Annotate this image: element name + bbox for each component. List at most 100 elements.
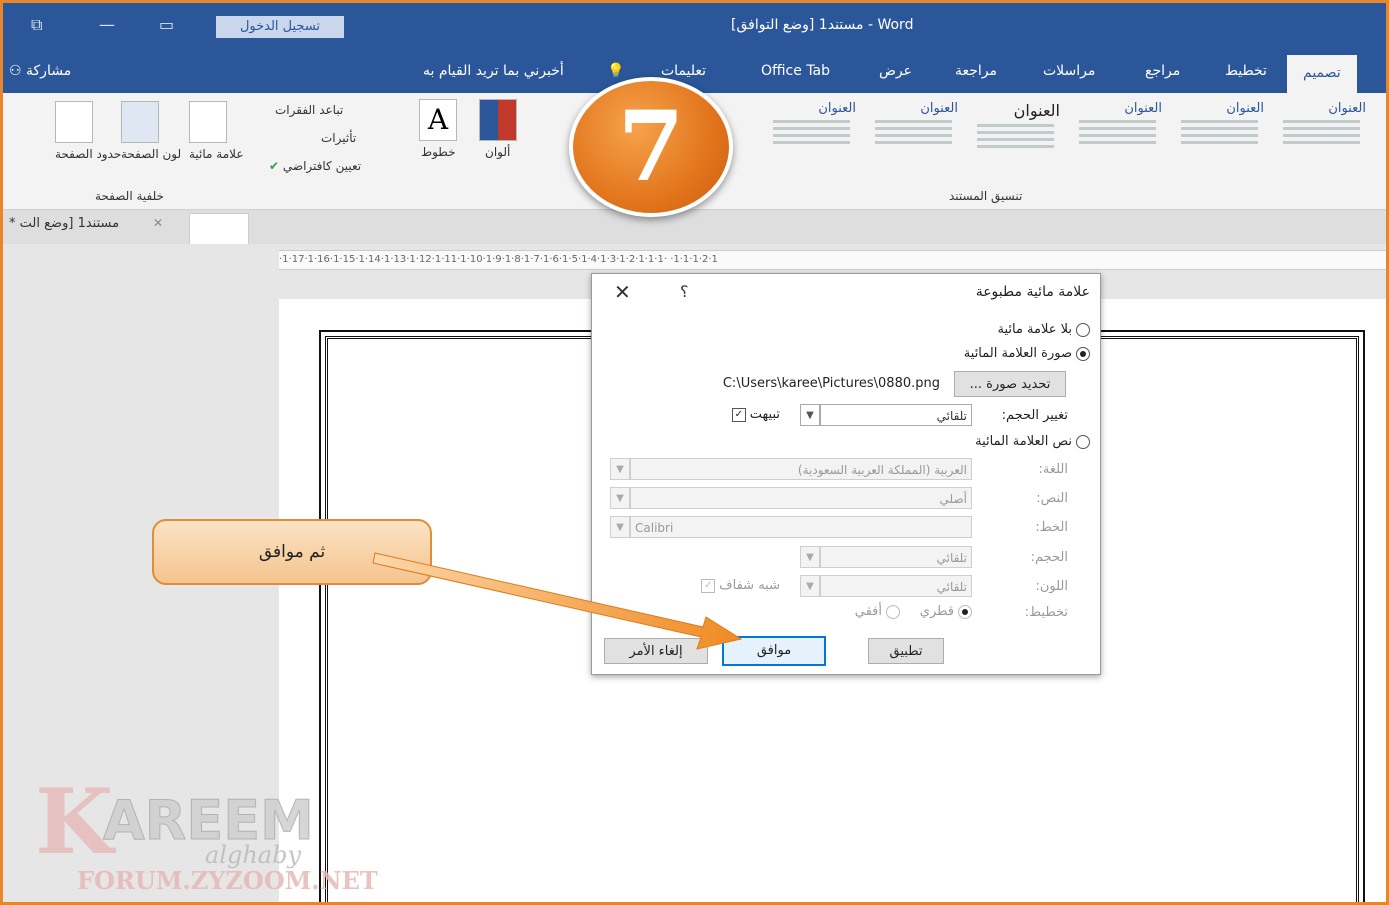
- set-default-button[interactable]: ✔ تعيين كافتراضي: [269, 159, 361, 173]
- style-card[interactable]: العنوان: [1169, 101, 1264, 179]
- tell-me-search[interactable]: أخبرني بما تريد القيام به: [423, 63, 564, 79]
- style-card[interactable]: العنوان: [761, 101, 856, 179]
- style-title: العنوان: [1124, 101, 1162, 116]
- semitransparent-checkbox[interactable]: ✓: [701, 578, 716, 593]
- style-card[interactable]: العنوان: [863, 101, 958, 179]
- watermark-icon[interactable]: [189, 101, 227, 143]
- font-label: الخط:: [1035, 520, 1068, 535]
- washout-option[interactable]: تبيهت✓: [731, 407, 780, 422]
- share-label: مشاركة: [26, 63, 72, 79]
- tab-layout[interactable]: تخطيط: [1225, 63, 1267, 79]
- scale-label: تغيير الحجم:: [1001, 408, 1068, 423]
- page-borders-label[interactable]: حدود الصفحة: [55, 147, 121, 161]
- effects-button[interactable]: تأثيرات: [321, 131, 356, 145]
- language-field[interactable]: العربية (المملكة العربية السعودية): [630, 458, 972, 480]
- layout-label: تخطيط:: [1024, 605, 1068, 620]
- tab-view[interactable]: عرض: [879, 63, 912, 79]
- diagonal-label: قطري: [919, 604, 954, 619]
- tab-office-tab[interactable]: Office Tab: [761, 63, 830, 79]
- page-background-group-label: خلفية الصفحة: [95, 189, 164, 203]
- colors-icon[interactable]: [479, 99, 517, 141]
- window-title: مستند1 [وضع التوافق] - Word: [731, 17, 914, 33]
- style-card[interactable]: العنوان: [1067, 101, 1162, 179]
- instruction-callout: ثم موافق: [152, 519, 432, 585]
- select-picture-button[interactable]: تحديد صورة ...: [954, 371, 1066, 397]
- check-circle-icon: ✔: [269, 159, 280, 173]
- ribbon-display-icon[interactable]: ▭: [159, 15, 174, 34]
- horizontal-option[interactable]: أفقي: [855, 604, 900, 619]
- sign-in-button[interactable]: تسجيل الدخول: [216, 16, 344, 38]
- semitransparent-option[interactable]: شبه شفاف✓: [701, 578, 780, 593]
- printed-watermark-dialog: علامة مائية مطبوعة ؟ ✕ بلا علامة مائية ص…: [591, 273, 1101, 675]
- word-window: ⧉ — ▭ تسجيل الدخول مستند1 [وضع التوافق] …: [0, 0, 1389, 905]
- style-card[interactable]: العنوان: [965, 101, 1060, 179]
- style-title: العنوان: [818, 101, 856, 116]
- title-bar: ⧉ — ▭ تسجيل الدخول مستند1 [وضع التوافق] …: [3, 3, 1386, 51]
- style-set-gallery[interactable]: العنوان العنوان العنوان العنوان العنوان …: [761, 101, 1376, 181]
- document-tab[interactable]: * مستند1 [وضع الت: [9, 216, 119, 231]
- text-watermark-radio[interactable]: [1076, 434, 1090, 449]
- page-color-icon[interactable]: [121, 101, 159, 143]
- washout-label: تبيهت: [749, 407, 780, 422]
- watermark-line3: FORUM.ZYZOOM.NET: [77, 866, 378, 895]
- picture-path: C:\Users\karee\Pictures\0880.png: [722, 376, 940, 391]
- share-button[interactable]: ⚇ مشاركة: [9, 63, 71, 79]
- help-icon[interactable]: ؟: [680, 282, 689, 301]
- text-watermark-option[interactable]: نص العلامة المائية: [975, 434, 1090, 449]
- chevron-down-icon[interactable]: ▼: [610, 516, 630, 538]
- tab-references[interactable]: مراجع: [1145, 63, 1180, 79]
- close-icon[interactable]: ✕: [614, 280, 631, 304]
- close-tab-icon[interactable]: ✕: [153, 216, 163, 230]
- picture-watermark-option[interactable]: صورة العلامة المائية: [964, 346, 1090, 361]
- apply-button[interactable]: تطبيق: [868, 638, 944, 664]
- tab-review[interactable]: مراجعة: [955, 63, 997, 79]
- person-icon: ⚇: [9, 63, 22, 79]
- semitransparent-label: شبه شفاف: [719, 578, 780, 593]
- chevron-down-icon[interactable]: ▼: [800, 404, 820, 426]
- color-field[interactable]: تلقائي: [820, 575, 972, 597]
- kareem-watermark-logo: K AREEM alghaby FORUM.ZYZOOM.NET: [35, 773, 378, 895]
- chevron-down-icon[interactable]: ▼: [610, 458, 630, 480]
- tab-help[interactable]: تعليمات: [661, 63, 706, 79]
- text-field[interactable]: أصلي: [630, 487, 972, 509]
- new-tab[interactable]: [189, 213, 249, 244]
- diagonal-radio[interactable]: [958, 604, 972, 619]
- picture-watermark-label: صورة العلامة المائية: [963, 346, 1072, 361]
- text-label: النص:: [1036, 491, 1068, 506]
- fonts-icon[interactable]: A: [419, 99, 457, 141]
- cancel-button[interactable]: إلغاء الأمر: [604, 638, 708, 664]
- horizontal-radio[interactable]: [886, 604, 900, 619]
- tab-design[interactable]: تصميم: [1287, 55, 1357, 93]
- washout-checkbox[interactable]: ✓: [731, 407, 746, 422]
- restore-icon[interactable]: ⧉: [31, 15, 42, 35]
- style-title: العنوان: [1328, 101, 1366, 116]
- chevron-down-icon[interactable]: ▼: [800, 546, 820, 568]
- size-field[interactable]: تلقائي: [820, 546, 972, 568]
- step-number-badge: 7: [569, 77, 733, 217]
- page-color-label[interactable]: لون الصفحة: [121, 147, 181, 161]
- page-borders-icon[interactable]: [55, 101, 93, 143]
- no-watermark-radio[interactable]: [1076, 322, 1090, 337]
- text-watermark-label: نص العلامة المائية: [975, 434, 1072, 449]
- horizontal-ruler[interactable]: ·1·17·1·16·1·15·1·14·1·13·1·12·1·11·1·10…: [279, 250, 1386, 270]
- font-field[interactable]: Calibri: [630, 516, 972, 538]
- scale-field[interactable]: تلقائي: [820, 404, 972, 426]
- tab-mailings[interactable]: مراسلات: [1043, 63, 1095, 79]
- fonts-label[interactable]: خطوط: [421, 145, 456, 159]
- style-title: العنوان: [920, 101, 958, 116]
- document-formatting-group-label: تنسيق المستند: [949, 189, 1023, 203]
- paragraph-spacing-button[interactable]: تباعد الفقرات: [275, 103, 343, 117]
- no-watermark-option[interactable]: بلا علامة مائية: [997, 322, 1090, 337]
- picture-watermark-radio[interactable]: [1076, 346, 1090, 361]
- chevron-down-icon[interactable]: ▼: [610, 487, 630, 509]
- style-card[interactable]: العنوان: [1271, 101, 1366, 179]
- color-label: اللون:: [1035, 579, 1068, 594]
- minimize-icon[interactable]: —: [99, 15, 115, 34]
- lightbulb-icon: 💡: [607, 63, 625, 79]
- chevron-down-icon[interactable]: ▼: [800, 575, 820, 597]
- language-label: اللغة:: [1038, 462, 1069, 477]
- watermark-label[interactable]: علامة مائية: [189, 147, 243, 161]
- colors-label[interactable]: ألوان: [485, 145, 510, 159]
- diagonal-option[interactable]: قطري: [920, 604, 972, 619]
- ok-button[interactable]: موافق: [722, 636, 826, 666]
